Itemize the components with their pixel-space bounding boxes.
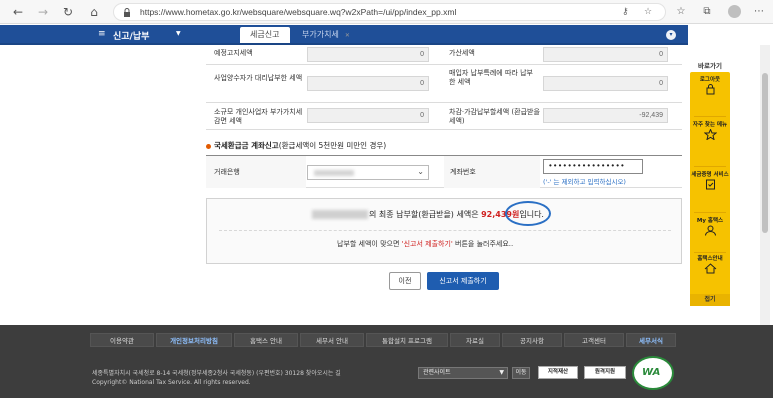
lock-icon: [124, 8, 130, 17]
url-text: https://www.hometax.go.kr/websquare/webs…: [140, 7, 457, 17]
table-row: 예정고지세액 0 가산세액 0: [206, 45, 682, 65]
site-footer: 이용약관 개인정보처리방침 홈택스 안내 세무서 안내 통합설치 프로그램 자료…: [0, 325, 773, 398]
footer-address: 세종특별자치시 국세청로 8-14 국세청(정부세종2청사 국세청동) (우편번…: [92, 370, 341, 377]
row-value: 0: [543, 76, 668, 91]
account-label-cell: 계좌번호: [444, 156, 540, 188]
quick-hometax-guide[interactable]: 홈택스안내: [690, 256, 730, 276]
chevron-down-icon: ⌄: [417, 167, 424, 176]
footer-link[interactable]: 개인정보처리방침: [156, 333, 232, 347]
bank-select[interactable]: ⌄: [307, 165, 429, 180]
submit-report-button[interactable]: 신고서 제출하기: [427, 272, 499, 290]
divider: [694, 116, 726, 117]
site-header: ≡ 신고/납부 ▼ 세금신고 부가가치세 ✕ ▾: [0, 25, 688, 45]
bullet-icon: [206, 143, 211, 149]
refund-amount-value: -92,439: [543, 108, 668, 123]
profile-avatar[interactable]: [728, 5, 741, 18]
fold-button[interactable]: 접기: [690, 294, 730, 306]
footer-link[interactable]: 자료실: [450, 333, 500, 347]
table-row: 소규모 개인사업자 부가가치세 감면 세액 0 차감·가감납부할세액 (환급받을…: [206, 104, 682, 130]
redacted-bank: [314, 170, 354, 176]
row-label: 차감·가감납부할세액 (환급받을세액): [449, 108, 540, 125]
account-hint: ('-' 는 제외하고 입력하십시오): [543, 178, 626, 186]
row-label: 매입자 납부특례에 따라 납부한 세액: [449, 69, 533, 86]
go-button[interactable]: 이동: [512, 367, 530, 379]
reload-icon[interactable]: ↻: [60, 4, 76, 20]
row-label: 사업양수자가 대리납부한 세액: [214, 74, 303, 82]
favorite-icon[interactable]: ☆: [644, 7, 652, 17]
refund-account-row: 거래은행 ⌄ 계좌번호 •••••••••••••••• ('-' 는 제외하고…: [206, 155, 682, 188]
footer-link[interactable]: 이용약관: [90, 333, 154, 347]
section-title: 국세환급금 계좌신고(환급세액이 5천만원 미만인 경우): [206, 140, 386, 151]
divider: [219, 230, 671, 231]
collections-icon[interactable]: ⧉: [700, 5, 714, 19]
account-number-input[interactable]: ••••••••••••••••: [543, 159, 643, 174]
chevron-down-icon[interactable]: ▾: [666, 30, 676, 40]
quick-my-hometax[interactable]: My 홈택스: [690, 218, 730, 238]
divider: [694, 166, 726, 167]
chevron-down-icon: ▼: [499, 369, 504, 376]
bank-label-cell: 거래은행: [206, 156, 306, 188]
prev-button[interactable]: 이전: [389, 272, 421, 290]
footer-copyright: Copyright© National Tax Service. All rig…: [92, 379, 251, 386]
person-icon: [704, 225, 716, 236]
quick-favorite-menu[interactable]: 자주 찾는 메뉴: [690, 122, 730, 142]
final-amount-notice: 의 최종 납부할(환급받을) 세액은 92,439원입니다. 납부할 세액이 맞…: [206, 198, 682, 264]
favorites-icon[interactable]: ☆: [674, 5, 688, 19]
footer-link[interactable]: 세무서식: [626, 333, 676, 347]
home-icon: [704, 263, 716, 274]
footer-link[interactable]: 통합설치 프로그램: [366, 333, 448, 347]
address-bar[interactable]: https://www.hometax.go.kr/websquare/webs…: [113, 3, 666, 21]
browser-toolbar: ← → ↻ ⌂ https://www.hometax.go.kr/websqu…: [0, 0, 773, 24]
row-value: 0: [543, 47, 668, 62]
submit-instruction: 납부할 세액이 맞으면 '신고서 제출하기' 버튼을 눌러주세요..: [337, 240, 514, 248]
divider: [694, 252, 726, 253]
tab-label: 세금신고: [250, 30, 280, 39]
related-site-select[interactable]: 관련사이트 ▼: [418, 367, 508, 379]
key-icon[interactable]: ⚷: [622, 7, 629, 17]
quick-certificate[interactable]: 세금증명 서비스: [690, 172, 730, 192]
quick-menu-title: 바로가기: [698, 62, 722, 70]
scrollbar-thumb[interactable]: [762, 73, 768, 233]
footer-link[interactable]: 고객센터: [564, 333, 624, 347]
table-row: 사업양수자가 대리납부한 세액 0 매입자 납부특례에 따라 납부한 세액 0: [206, 66, 682, 103]
tab-vat[interactable]: 부가가치세 ✕: [292, 27, 362, 43]
star-icon: [703, 129, 717, 140]
forward-icon[interactable]: →: [35, 4, 51, 20]
remote-support-button[interactable]: 원격지원: [584, 366, 626, 379]
row-value: 0: [307, 76, 429, 91]
more-icon[interactable]: ⋯: [752, 5, 766, 19]
caret-down-icon[interactable]: ▼: [176, 30, 181, 37]
certificate-icon: [705, 179, 715, 190]
bank-label: 거래은행: [214, 168, 240, 176]
home-icon[interactable]: ⌂: [86, 4, 102, 20]
tab-tax-report[interactable]: 세금신고: [240, 27, 290, 43]
footer-link[interactable]: 홈택스 안내: [234, 333, 298, 347]
menu-title[interactable]: 신고/납부: [113, 29, 149, 42]
quick-menu-panel: 로그아웃 자주 찾는 메뉴 세금증명 서비스 My 홈택스 홈택스안내 접기: [690, 72, 730, 306]
back-icon[interactable]: ←: [10, 4, 26, 20]
row-label: 소규모 개인사업자 부가가치세 감면 세액: [214, 108, 303, 125]
close-icon[interactable]: ✕: [345, 32, 350, 39]
footer-link[interactable]: 세무서 안내: [300, 333, 364, 347]
tab-label: 부가가치세: [302, 30, 339, 39]
page-scrollbar[interactable]: [760, 45, 770, 328]
row-value: 0: [307, 108, 429, 123]
row-label: 가산세액: [449, 49, 475, 57]
row-label: 예정고지세액: [214, 49, 253, 57]
quick-menu: 바로가기 로그아웃 자주 찾는 메뉴 세금증명 서비스 My 홈택스 홈택스안내…: [690, 60, 730, 310]
highlight-circle: [505, 201, 551, 226]
quick-logout[interactable]: 로그아웃: [690, 77, 730, 97]
footer-link[interactable]: 공지사항: [502, 333, 562, 347]
logout-icon: [706, 84, 714, 95]
web-accessibility-logo: WA: [632, 356, 674, 390]
redacted-name: [312, 210, 368, 219]
ip-badge[interactable]: 지적재산: [538, 366, 578, 379]
row-value: 0: [307, 47, 429, 62]
divider: [694, 212, 726, 213]
hamburger-icon[interactable]: ≡: [98, 29, 106, 39]
account-label: 계좌번호: [450, 168, 476, 176]
